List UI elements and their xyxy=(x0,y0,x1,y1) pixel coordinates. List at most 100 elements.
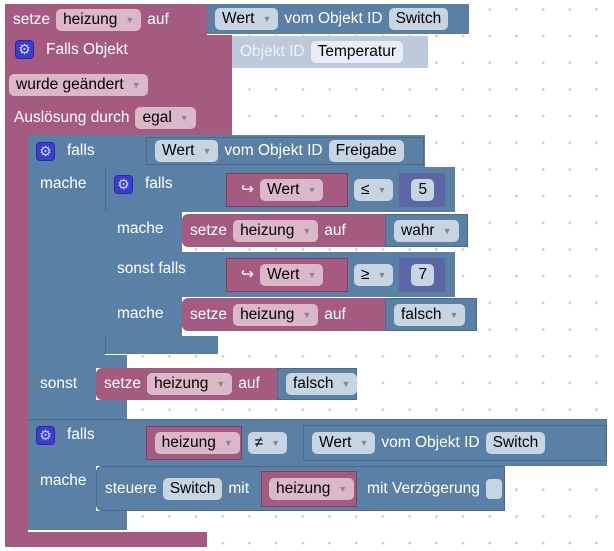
with-label: mit xyxy=(228,479,250,497)
if-block-2[interactable]: ⚙ falls heizung ▼ ≠ ▼ Wert ▼ vom Objekt ID … xyxy=(28,419,607,466)
event-block-spine xyxy=(5,130,28,540)
variable-get-block[interactable]: heizung ▼ xyxy=(261,470,358,507)
variable-name: heizung xyxy=(161,434,216,451)
number-field[interactable]: 7 xyxy=(411,263,435,286)
variable-dropdown[interactable]: heizung ▼ xyxy=(269,477,355,500)
operator-dropdown[interactable]: ≥ ▼ xyxy=(354,263,394,286)
caret-icon: ▼ xyxy=(125,14,135,25)
auf-label: auf xyxy=(238,375,260,392)
boolean-dropdown[interactable]: falsch ▼ xyxy=(394,303,466,326)
variable-name: heizung xyxy=(240,305,295,323)
variable-dropdown[interactable]: heizung ▼ xyxy=(154,432,240,454)
operator-value: ≥ xyxy=(361,265,370,283)
if-condition-slot: Wert ▼ vom Objekt ID Freigabe xyxy=(132,135,425,167)
number-field[interactable]: 5 xyxy=(411,178,435,201)
inner-do-column: mache xyxy=(105,212,182,252)
caret-icon: ▼ xyxy=(131,80,141,90)
set-variable-block[interactable]: setze heizung ▼ auf xyxy=(5,4,207,35)
variable-name: Wert xyxy=(267,265,300,283)
trigger-row: Auslösung durch egal ▼ xyxy=(14,107,196,129)
variable-dropdown[interactable]: heizung ▼ xyxy=(233,219,319,242)
variable-dropdown[interactable]: heizung ▼ xyxy=(147,373,233,395)
variable-dropdown[interactable]: heizung ▼ xyxy=(233,303,319,326)
caret-icon: ▼ xyxy=(216,379,226,389)
auf-label: auf xyxy=(324,305,346,323)
set-variable-block[interactable]: setze heizung ▼ auf xyxy=(96,368,277,400)
delay-label: mit Verzögerung xyxy=(367,479,480,497)
caret-icon: ▼ xyxy=(262,14,272,24)
control-block[interactable]: steuere Switch mit heizung ▼ mit Verzöger… xyxy=(96,466,505,511)
elseif-label: sonst falls xyxy=(117,260,186,277)
boolean-value: wahr xyxy=(401,221,435,239)
caret-icon: ▼ xyxy=(307,184,317,195)
attr-value: Wert xyxy=(319,434,352,451)
trigger-value: egal xyxy=(142,109,172,126)
boolean-block[interactable]: falsch ▼ xyxy=(277,368,358,400)
if-block[interactable]: ⚙ falls xyxy=(28,135,142,167)
object-id-field[interactable]: Switch xyxy=(485,432,546,454)
condition-row: wurde geändert ▼ xyxy=(9,74,148,96)
boolean-value: falsch xyxy=(401,305,442,323)
compare-left-block[interactable]: ↪ Wert ▼ xyxy=(226,257,348,292)
attr-dropdown[interactable]: Wert ▼ xyxy=(312,432,376,454)
if-label: falls xyxy=(67,142,95,159)
if2-do-column: mache xyxy=(28,466,96,512)
object-id-block[interactable]: Objekt ID Temperatur xyxy=(232,36,428,68)
boolean-block[interactable]: wahr ▼ xyxy=(385,214,468,247)
if2-bottom xyxy=(28,511,127,530)
get-value-block[interactable]: Wert ▼ vom Objekt ID Switch xyxy=(207,4,469,34)
object-id-field[interactable]: Freigabe xyxy=(328,140,404,162)
variable-name: Wert xyxy=(267,180,300,198)
object-id-field[interactable]: Switch xyxy=(162,477,223,500)
gear-icon[interactable]: ⚙ xyxy=(114,175,133,194)
object-id-label: Objekt ID xyxy=(240,43,305,60)
inner-if-block[interactable]: ⚙ falls xyxy=(105,167,218,212)
set-variable-block[interactable]: setze heizung ▼ auf xyxy=(182,298,385,331)
gear-icon[interactable]: ⚙ xyxy=(15,40,34,59)
caret-icon: ▼ xyxy=(223,438,233,448)
number-block[interactable]: 7 xyxy=(399,257,446,292)
object-id-field[interactable]: Switch xyxy=(388,8,449,30)
caret-icon: ▼ xyxy=(271,438,281,448)
variable-dropdown[interactable]: heizung ▼ xyxy=(56,8,142,31)
operator-dropdown[interactable]: ≠ ▼ xyxy=(247,432,288,454)
boolean-value: falsch xyxy=(293,375,334,392)
trigger-dropdown[interactable]: egal ▼ xyxy=(135,107,196,129)
condition-dropdown[interactable]: wurde geändert ▼ xyxy=(9,74,148,96)
operator-dropdown[interactable]: ≤ ▼ xyxy=(354,178,394,201)
if-label: falls xyxy=(145,175,173,192)
if-else-row: sonst xyxy=(28,367,96,401)
gear-icon[interactable]: ⚙ xyxy=(36,426,55,445)
trigger-label: Auslösung durch xyxy=(14,109,130,126)
boolean-dropdown[interactable]: falsch ▼ xyxy=(286,373,358,395)
caret-icon: ▼ xyxy=(307,269,317,280)
gear-icon[interactable]: ⚙ xyxy=(36,141,55,161)
if-block-bottom xyxy=(28,400,127,419)
condition-value: wurde geändert xyxy=(16,76,124,93)
variable-dropdown[interactable]: Wert ▼ xyxy=(260,178,324,201)
boolean-dropdown[interactable]: wahr ▼ xyxy=(394,219,459,242)
caret-icon: ▼ xyxy=(202,146,212,156)
attr-dropdown[interactable]: Wert ▼ xyxy=(215,8,279,30)
number-block[interactable]: 5 xyxy=(399,172,446,207)
control-label: steuere xyxy=(105,479,157,497)
arrow-icon: ↪ xyxy=(241,266,254,283)
get-value-block[interactable]: Wert ▼ vom Objekt ID Freigabe xyxy=(146,137,424,165)
event-title: Falls Objekt xyxy=(46,40,128,58)
attr-dropdown[interactable]: Wert ▼ xyxy=(155,140,219,162)
compare-left-block[interactable]: ↪ Wert ▼ xyxy=(226,172,348,207)
variable-get-block[interactable]: heizung ▼ xyxy=(145,426,242,460)
inner-do-column-2: mache xyxy=(105,297,182,337)
object-id-field[interactable]: Temperatur xyxy=(310,41,404,63)
get-value-block[interactable]: Wert ▼ vom Objekt ID Switch xyxy=(303,425,607,461)
boolean-block[interactable]: falsch ▼ xyxy=(385,298,477,331)
setze-label: setze xyxy=(104,375,142,392)
set-variable-block[interactable]: setze heizung ▼ auf xyxy=(182,214,385,247)
caret-icon: ▼ xyxy=(302,309,312,320)
caret-icon: ▼ xyxy=(449,309,459,320)
caret-icon: ▼ xyxy=(377,184,387,195)
delay-checkbox[interactable] xyxy=(485,478,502,499)
event-block-bottom xyxy=(5,532,207,547)
of-object-label: vom Objekt ID xyxy=(224,142,323,159)
variable-dropdown[interactable]: Wert ▼ xyxy=(260,263,324,286)
